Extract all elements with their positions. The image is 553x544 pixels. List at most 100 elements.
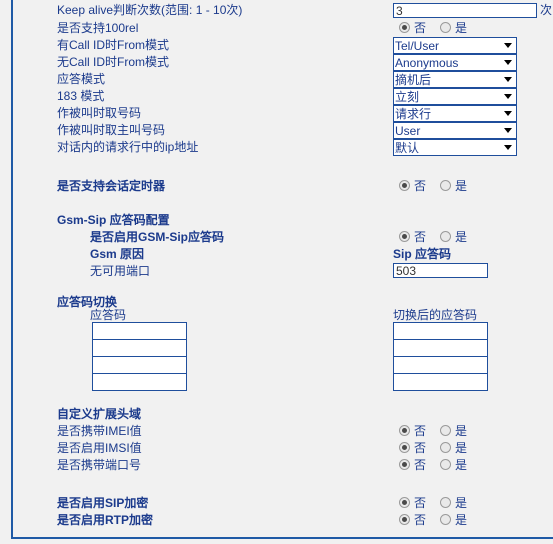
radio-label-carry-imei-no: 否 [414, 424, 427, 438]
select-wrap-mode-183[interactable]: 立刻 [393, 88, 517, 105]
radio-session-timer-yes[interactable] [440, 180, 452, 191]
row-from-mode-with-callid: 有Call ID时From模式 Tel/User [13, 37, 553, 54]
radio-group-rtp-encrypt[interactable]: 否是 [399, 512, 481, 529]
row-keep-alive-count: Keep alive判断次数(范围: 1 - 10次) 次 [13, 2, 553, 19]
keep-alive-count-unit: 次 [540, 3, 553, 17]
radio-group-sip-encrypt[interactable]: 否是 [399, 495, 481, 512]
code-from-input-2[interactable] [92, 339, 187, 357]
radio-carry-port-no[interactable] [399, 459, 410, 470]
radio-sip-encrypt-no[interactable] [399, 497, 410, 508]
radio-label-carry-port-no: 否 [414, 458, 427, 472]
radio-group-gsm-sip-enable[interactable]: 否是 [399, 229, 481, 246]
row-from-mode-without-callid: 无Call ID时From模式 Anonymous [13, 54, 553, 71]
select-wrap-answer-mode[interactable]: 摘机后 [393, 71, 517, 88]
radio-carry-port-yes[interactable] [440, 459, 452, 470]
label-gsm-sip-enable: 是否启用GSM-Sip应答码 [90, 230, 224, 244]
row-rtp-encrypt: 是否启用RTP加密 否是 [13, 512, 553, 529]
heading-custom-headers: 自定义扩展头域 [57, 407, 142, 421]
radio-support-100rel-no[interactable] [399, 22, 410, 33]
label-sip-encrypt: 是否启用SIP加密 [57, 496, 149, 510]
row-gsm-sip-table-headers: Gsm 原因 Sip 应答码 [13, 246, 553, 263]
select-mode-183[interactable]: 立刻 [393, 88, 517, 105]
radio-gsm-sip-enable-no[interactable] [399, 231, 410, 242]
select-answer-mode[interactable]: 摘机后 [393, 71, 517, 88]
radio-label-sip-encrypt-yes: 是 [455, 496, 468, 510]
radio-sip-encrypt-yes[interactable] [440, 497, 452, 508]
select-wrap-in-dialog-request-ip[interactable]: 默认 [393, 139, 517, 156]
radio-group-support-100rel[interactable]: 否是 [399, 20, 481, 37]
radio-enable-imsi-no[interactable] [399, 442, 410, 453]
radio-label-enable-imsi-no: 否 [414, 441, 427, 455]
label-mode-183: 183 模式 [57, 89, 105, 103]
select-wrap-from-mode-without-callid[interactable]: Anonymous [393, 54, 517, 71]
radio-label-rtp-encrypt-no: 否 [414, 513, 427, 527]
keep-alive-count-input[interactable] [393, 3, 537, 18]
select-wrap-called-get-caller-number[interactable]: User [393, 122, 517, 139]
code-to-input-2[interactable] [393, 339, 488, 357]
radio-group-enable-imsi[interactable]: 否是 [399, 440, 481, 457]
code-from-input-1[interactable] [92, 322, 187, 340]
row-enable-imsi: 是否启用IMSI值 否是 [13, 440, 553, 457]
label-rtp-encrypt: 是否启用RTP加密 [57, 513, 154, 527]
select-wrap-from-mode-with-callid[interactable]: Tel/User [393, 37, 517, 54]
row-in-dialog-request-ip: 对话内的请求行中的ip地址 默认 [13, 139, 553, 156]
row-mode-183: 183 模式 立刻 [13, 88, 553, 105]
row-called-get-caller-number: 作被叫时取主叫号码 User [13, 122, 553, 139]
code-from-input-3[interactable] [92, 356, 187, 374]
radio-carry-imei-no[interactable] [399, 425, 410, 436]
header-code-to: 切换后的应答码 [393, 308, 478, 322]
label-from-mode-without-callid: 无Call ID时From模式 [57, 55, 170, 69]
label-carry-port: 是否携带端口号 [57, 458, 142, 472]
radio-label-support-100rel-no: 否 [414, 21, 427, 35]
radio-group-session-timer[interactable]: 否是 [399, 178, 481, 195]
row-gsm-sip-heading: Gsm-Sip 应答码配置 [13, 212, 553, 229]
row-support-100rel: 是否支持100rel 否是 [13, 20, 553, 37]
radio-enable-imsi-yes[interactable] [440, 442, 452, 453]
radio-label-gsm-sip-enable-yes: 是 [455, 230, 468, 244]
radio-label-gsm-sip-enable-no: 否 [414, 230, 427, 244]
select-called-get-caller-number[interactable]: User [393, 122, 517, 139]
select-wrap-called-get-number[interactable]: 请求行 [393, 105, 517, 122]
label-gsm-cause-no-port: 无可用端口 [90, 264, 151, 278]
radio-label-session-timer-no: 否 [414, 179, 427, 193]
heading-gsm-sip: Gsm-Sip 应答码配置 [57, 213, 170, 227]
radio-group-carry-imei[interactable]: 否是 [399, 423, 481, 440]
select-called-get-number[interactable]: 请求行 [393, 105, 517, 122]
code-to-input-1[interactable] [393, 322, 488, 340]
radio-label-sip-encrypt-no: 否 [414, 496, 427, 510]
label-in-dialog-request-ip: 对话内的请求行中的ip地址 [57, 140, 199, 154]
settings-panel: Keep alive判断次数(范围: 1 - 10次) 次 是否支持100rel… [11, 0, 553, 539]
radio-label-carry-port-yes: 是 [455, 458, 468, 472]
radio-label-enable-imsi-yes: 是 [455, 441, 468, 455]
code-to-input-4[interactable] [393, 373, 488, 391]
row-called-get-number: 作被叫时取号码 请求行 [13, 105, 553, 122]
code-to-input-3[interactable] [393, 356, 488, 374]
radio-support-100rel-yes[interactable] [440, 22, 452, 33]
row-gsm-sip-enable: 是否启用GSM-Sip应答码 否是 [13, 229, 553, 246]
label-keep-alive-count: Keep alive判断次数(范围: 1 - 10次) [57, 3, 243, 17]
radio-rtp-encrypt-no[interactable] [399, 514, 410, 525]
code-switch-table [13, 322, 553, 392]
header-gsm-cause: Gsm 原因 [90, 247, 145, 261]
row-sip-encrypt: 是否启用SIP加密 否是 [13, 495, 553, 512]
radio-gsm-sip-enable-yes[interactable] [440, 231, 452, 242]
label-called-get-caller-number: 作被叫时取主叫号码 [57, 123, 166, 137]
label-carry-imei: 是否携带IMEI值 [57, 424, 142, 438]
label-answer-mode: 应答模式 [57, 72, 106, 86]
label-support-100rel: 是否支持100rel [57, 21, 139, 35]
label-from-mode-with-callid: 有Call ID时From模式 [57, 38, 170, 52]
row-session-timer: 是否支持会话定时器 否是 [13, 178, 553, 195]
radio-label-session-timer-yes: 是 [455, 179, 468, 193]
radio-session-timer-no[interactable] [399, 180, 410, 191]
code-from-input-4[interactable] [92, 373, 187, 391]
select-in-dialog-request-ip[interactable]: 默认 [393, 139, 517, 156]
select-from-mode-with-callid[interactable]: Tel/User [393, 37, 517, 54]
radio-carry-imei-yes[interactable] [440, 425, 452, 436]
select-from-mode-without-callid[interactable]: Anonymous [393, 54, 517, 71]
sip-code-input-no-port[interactable] [393, 263, 488, 278]
row-custom-headers-heading: 自定义扩展头域 [13, 406, 553, 423]
radio-label-carry-imei-yes: 是 [455, 424, 468, 438]
radio-rtp-encrypt-yes[interactable] [440, 514, 452, 525]
radio-group-carry-port[interactable]: 否是 [399, 457, 481, 474]
row-carry-port: 是否携带端口号 否是 [13, 457, 553, 474]
